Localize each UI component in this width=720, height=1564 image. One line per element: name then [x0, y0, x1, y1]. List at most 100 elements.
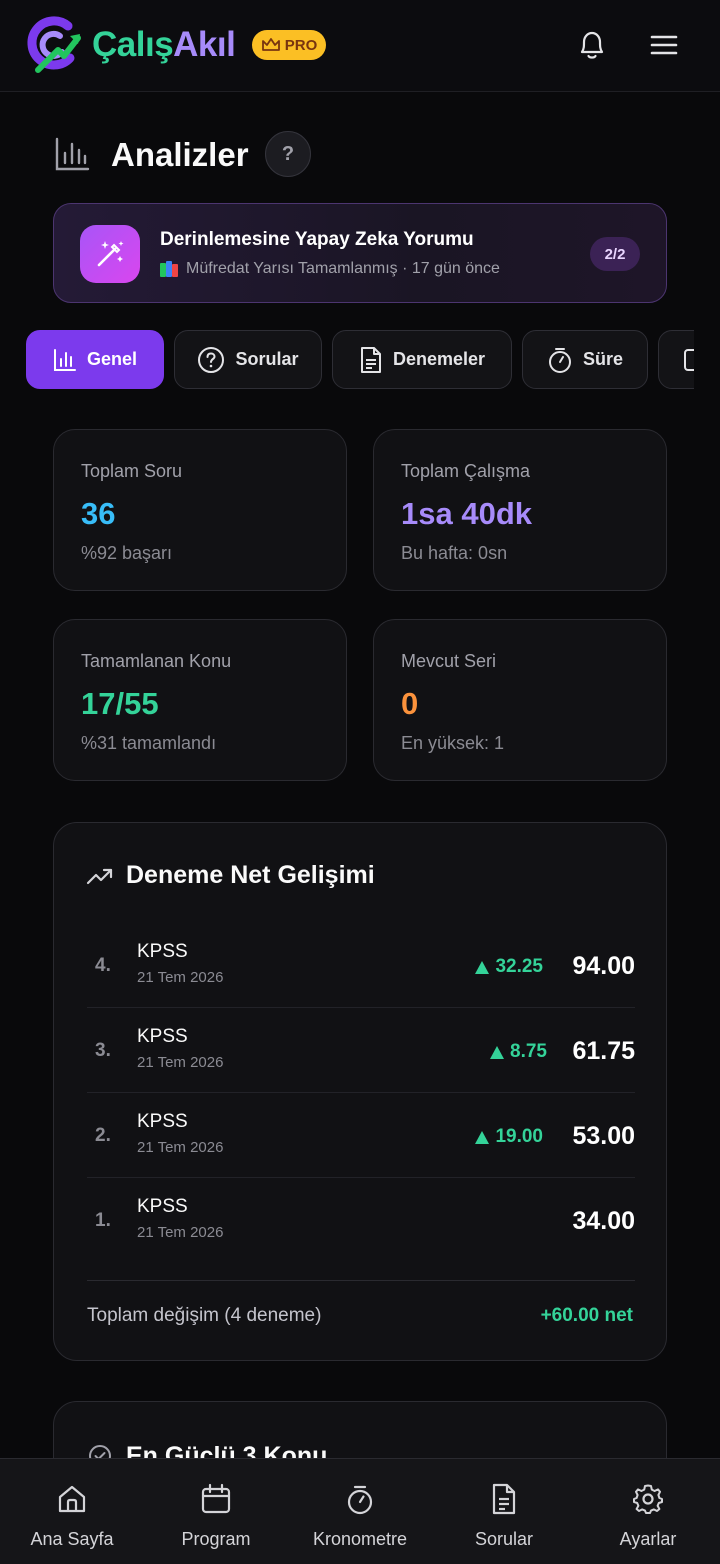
stat-card-total-questions: Toplam Soru 36 %92 başarı — [53, 429, 347, 591]
divider — [87, 1280, 635, 1281]
exam-row-date: 21 Tem 2026 — [137, 1054, 224, 1071]
analytics-tabs: Genel Sorular Denemeler Süre — [26, 330, 694, 390]
exam-row-name: KPSS — [137, 1196, 188, 1217]
exam-row[interactable]: 1. KPSS 21 Tem 2026 34.00 — [87, 1178, 635, 1263]
tab-denemeler-label: Denemeler — [392, 349, 486, 369]
stat-value: 36 — [81, 496, 116, 531]
exam-row-date: 21 Tem 2026 — [137, 969, 224, 986]
home-icon — [58, 1485, 86, 1513]
stat-value: 17/55 — [81, 686, 159, 721]
help-button[interactable]: ? — [265, 131, 311, 177]
tab-sure-label: Süre — [582, 349, 624, 369]
exam-row-name: KPSS — [137, 1026, 188, 1047]
exam-row-delta-value: 32.25 — [495, 956, 543, 977]
exam-row-delta-value: 8.75 — [510, 1041, 547, 1062]
app-header: ÇalışAkıl PRO — [0, 0, 720, 92]
nav-label: Ana Sayfa — [30, 1529, 114, 1549]
up-arrow-icon — [475, 960, 490, 974]
document-icon — [492, 1483, 516, 1515]
document-icon — [360, 346, 381, 373]
stat-card-completed-topics: Tamamlanan Konu 17/55 %31 tamamlandı — [53, 619, 347, 781]
ai-banner-subtitle-text: Müfredat Yarısı Tamamlanmış · 17 gün önc… — [186, 260, 500, 277]
exam-row-number: 4. — [95, 955, 111, 976]
stat-value: 0 — [401, 686, 419, 721]
stat-label: Toplam Soru — [81, 461, 183, 481]
analytics-icon — [55, 137, 90, 171]
trending-up-icon — [86, 868, 113, 885]
calendar-icon — [201, 1483, 231, 1514]
exam-row-name: KPSS — [137, 1111, 188, 1132]
tab-sure[interactable]: Süre — [522, 330, 648, 389]
nav-label: Sorular — [474, 1529, 534, 1549]
nav-item-settings[interactable]: Ayarlar — [576, 1459, 720, 1564]
exam-row-delta: 19.00 — [475, 1126, 543, 1148]
pro-label: PRO — [284, 36, 318, 54]
tab-denemeler[interactable]: Denemeler — [332, 330, 512, 389]
nav-item-program[interactable]: Program — [144, 1459, 288, 1564]
exam-row-net: 61.75 — [572, 1037, 635, 1065]
exam-row-number: 2. — [95, 1125, 111, 1146]
up-arrow-icon — [475, 1130, 490, 1144]
question-circle-icon — [198, 346, 225, 373]
exam-row-name: KPSS — [137, 941, 188, 962]
ai-banner-title: Derinlemesine Yapay Zeka Yorumu — [160, 229, 474, 250]
tab-sorular[interactable]: Sorular — [174, 330, 322, 389]
ai-banner-subtitle: Müfredat Yarısı Tamamlanmış · 17 gün önc… — [160, 260, 500, 278]
logo-icon — [27, 16, 81, 73]
exam-row-number: 1. — [95, 1210, 111, 1231]
tab-genel-label: Genel — [86, 349, 138, 369]
exam-row[interactable]: 4. KPSS 21 Tem 2026 32.25 94.00 — [87, 923, 635, 1008]
exam-row[interactable]: 3. KPSS 21 Tem 2026 8.75 61.75 — [87, 1008, 635, 1093]
stat-label: Toplam Çalışma — [401, 461, 531, 481]
stat-card-total-study: Toplam Çalışma 1sa 40dk Bu hafta: 0sn — [373, 429, 667, 591]
exam-net-progress-card: Deneme Net Gelişimi 4. KPSS 21 Tem 2026 … — [53, 822, 667, 1361]
page-title: Analizler — [111, 136, 249, 173]
total-change-value: +60.00 net — [540, 1305, 633, 1326]
exam-row-net: 94.00 — [572, 952, 635, 980]
nav-item-home[interactable]: Ana Sayfa — [0, 1459, 144, 1564]
progress-card-title: Deneme Net Gelişimi — [126, 861, 375, 889]
app-logo-text: ÇalışAkıl — [92, 24, 236, 66]
crown-icon — [261, 38, 280, 51]
stat-subtext: Bu hafta: 0sn — [401, 543, 508, 563]
nav-item-questions[interactable]: Sorular — [432, 1459, 576, 1564]
tab-genel[interactable]: Genel — [26, 330, 164, 389]
exam-row-number: 3. — [95, 1040, 111, 1061]
exam-row-date: 21 Tem 2026 — [137, 1224, 224, 1241]
ai-usage-count-badge: 2/2 — [590, 237, 640, 271]
hamburger-menu-icon[interactable] — [650, 34, 678, 56]
bell-icon[interactable] — [576, 28, 608, 62]
ai-insight-banner[interactable]: Derinlemesine Yapay Zeka Yorumu Müfredat… — [53, 203, 667, 303]
stopwatch-icon — [548, 347, 571, 373]
tab-sorular-label: Sorular — [235, 349, 299, 369]
pro-badge: PRO — [252, 30, 326, 60]
exam-row-net: 53.00 — [572, 1122, 635, 1150]
nav-item-stopwatch[interactable]: Kronometre — [288, 1459, 432, 1564]
tab-more[interactable] — [658, 330, 694, 389]
stat-subtext: %92 başarı — [81, 543, 173, 563]
up-arrow-icon — [490, 1045, 505, 1059]
logo-part1: Çalış — [92, 25, 174, 64]
exam-row-net: 34.00 — [572, 1207, 635, 1235]
stat-subtext: En yüksek: 1 — [401, 733, 505, 753]
exam-row-delta: 8.75 — [490, 1041, 547, 1063]
stat-card-current-streak: Mevcut Seri 0 En yüksek: 1 — [373, 619, 667, 781]
nav-label: Ayarlar — [619, 1529, 677, 1549]
exam-row-delta: 32.25 — [475, 956, 543, 978]
stat-label: Mevcut Seri — [401, 651, 497, 671]
tab-more-icon — [684, 348, 694, 371]
stopwatch-icon — [347, 1485, 373, 1515]
exam-row[interactable]: 2. KPSS 21 Tem 2026 19.00 53.00 — [87, 1093, 635, 1178]
total-change-label: Toplam değişim (4 deneme) — [87, 1305, 322, 1326]
logo-part2: Akıl — [173, 25, 236, 64]
gear-icon — [633, 1484, 663, 1514]
stat-label: Tamamlanan Konu — [81, 651, 232, 671]
bottom-navigation: Ana Sayfa Program Kronometre Sorular Aya… — [0, 1458, 720, 1564]
magic-wand-icon — [80, 225, 140, 283]
exam-row-date: 21 Tem 2026 — [137, 1139, 224, 1156]
books-icon — [160, 261, 180, 277]
exam-row-delta-value: 19.00 — [495, 1126, 543, 1147]
bar-chart-icon — [53, 348, 76, 371]
stat-subtext: %31 tamamlandı — [81, 733, 217, 753]
nav-label: Kronometre — [312, 1529, 408, 1549]
